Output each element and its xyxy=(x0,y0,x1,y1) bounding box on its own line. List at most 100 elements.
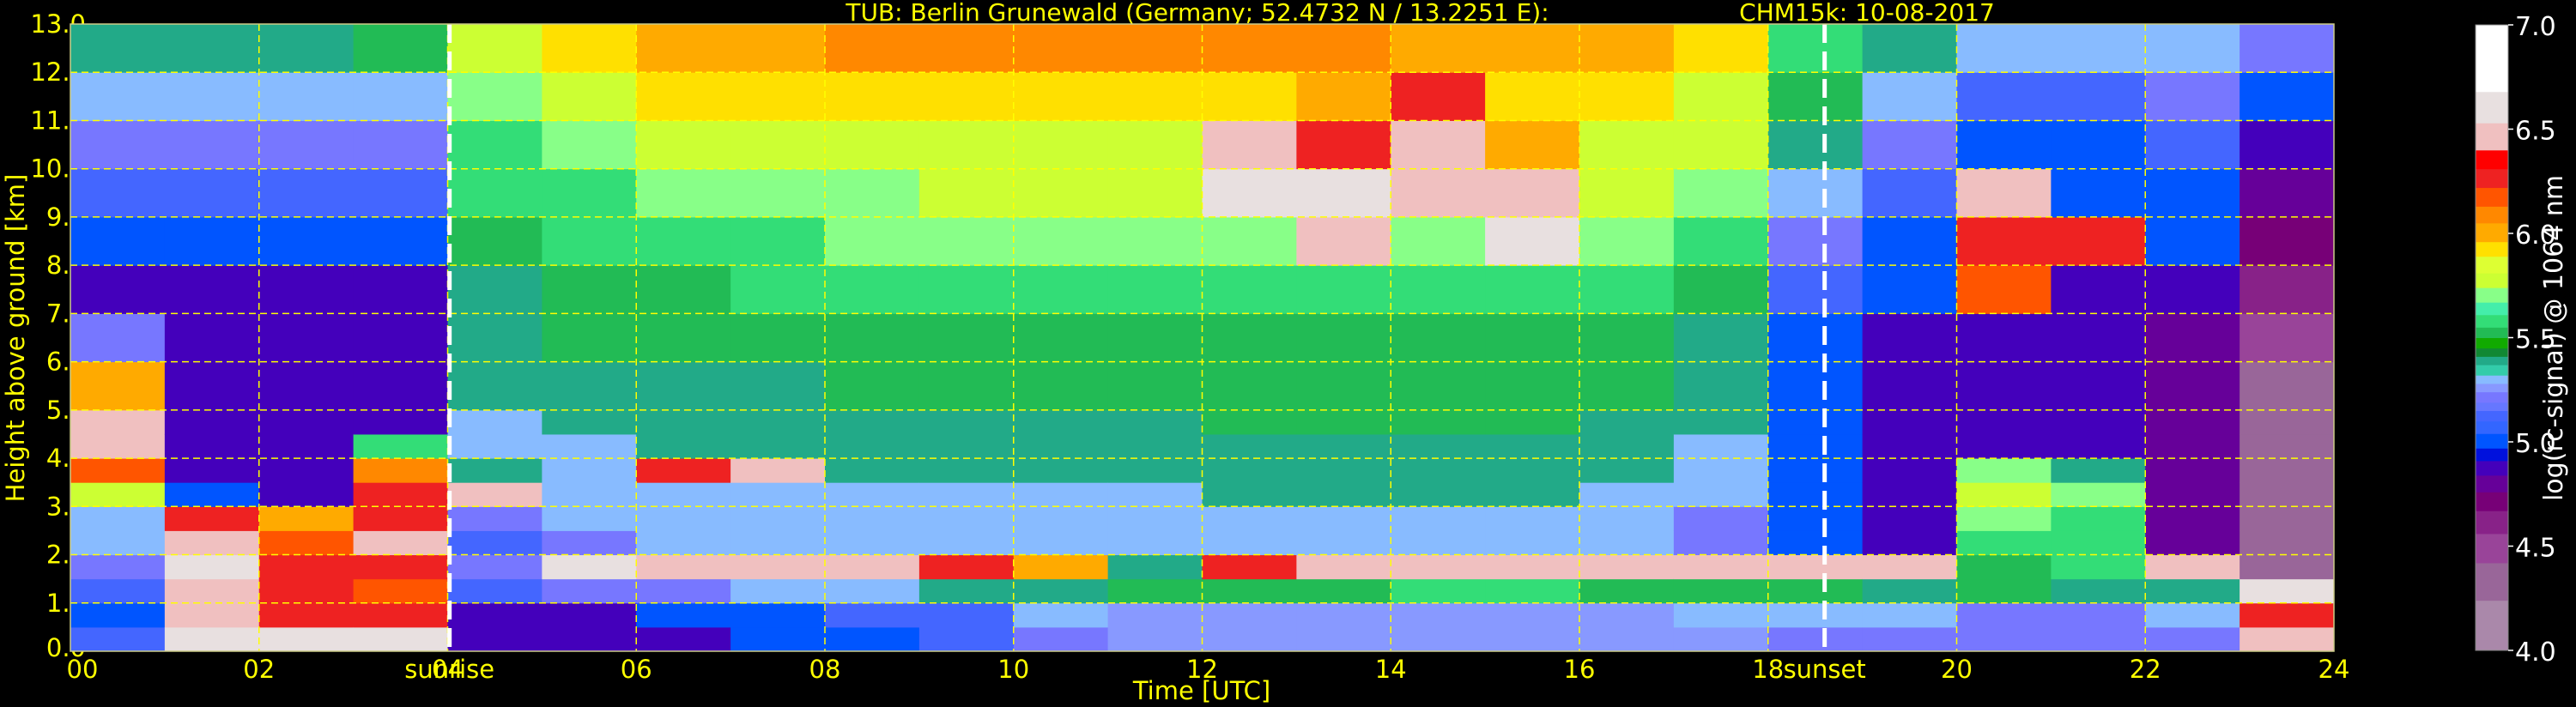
heatmap-cell xyxy=(1391,409,1486,435)
heatmap-cell xyxy=(730,120,826,170)
heatmap-cell xyxy=(258,265,355,314)
heatmap-cell xyxy=(730,602,826,628)
heatmap-cell xyxy=(918,578,1015,604)
heatmap-cell xyxy=(1767,602,1864,628)
heatmap-cell xyxy=(1107,433,1203,459)
heatmap-cell xyxy=(1862,506,1957,531)
heatmap-cell xyxy=(918,530,1015,556)
colorbar-segment xyxy=(2476,460,2508,476)
heatmap-cell xyxy=(2051,626,2146,652)
heatmap-cell xyxy=(258,554,355,580)
heatmap-cell xyxy=(825,409,920,435)
heatmap-cell xyxy=(636,506,731,531)
heatmap-cell xyxy=(1296,602,1391,628)
heatmap-cell xyxy=(353,72,448,121)
heatmap-cell xyxy=(447,409,542,435)
heatmap-cell xyxy=(1956,482,2052,507)
x-tick-label: 20 xyxy=(1941,655,1973,684)
heatmap-cell xyxy=(1391,265,1486,314)
heatmap-cell xyxy=(1296,458,1391,483)
heatmap-cell xyxy=(353,626,448,652)
heatmap-cell xyxy=(164,433,260,459)
heatmap-cell xyxy=(918,168,1015,218)
heatmap-cell xyxy=(1107,24,1203,73)
colorbar-segment xyxy=(2476,511,2508,535)
heatmap-cell xyxy=(447,168,542,218)
heatmap-cell xyxy=(2051,216,2146,266)
heatmap-cell xyxy=(918,265,1015,314)
heatmap-cell xyxy=(2051,313,2146,363)
colorbar-segment xyxy=(2476,402,2508,412)
heatmap-cell xyxy=(636,24,731,73)
heatmap-cell xyxy=(258,409,355,435)
heatmap-cell xyxy=(1673,361,1769,411)
heatmap-cell xyxy=(1956,458,2052,483)
heatmap-cell xyxy=(164,458,260,483)
heatmap-cell xyxy=(1956,265,2052,314)
heatmap-cell xyxy=(2240,265,2335,314)
heatmap-cell xyxy=(1579,482,1675,507)
heatmap-cell xyxy=(258,313,355,363)
heatmap-cell xyxy=(1202,216,1297,266)
heatmap-cell xyxy=(70,409,166,435)
heatmap-cell xyxy=(447,72,542,121)
heatmap-cell xyxy=(825,602,920,628)
heatmap-cell xyxy=(1673,120,1769,170)
heatmap-cell xyxy=(2240,458,2335,483)
heatmap-cell xyxy=(1673,506,1769,531)
heatmap-cell xyxy=(1579,265,1675,314)
heatmap-cell xyxy=(447,24,542,73)
colorbar-tick-label: 4.5 xyxy=(2515,534,2556,564)
heatmap-cell xyxy=(1202,72,1297,121)
colorbar-segment xyxy=(2476,187,2508,207)
heatmap-cell xyxy=(1485,361,1580,411)
heatmap-cell xyxy=(2240,602,2335,628)
heatmap-cell xyxy=(542,313,637,363)
heatmap-cell xyxy=(70,433,166,459)
heatmap-cell xyxy=(1013,530,1109,556)
heatmap-cell xyxy=(2240,433,2335,459)
heatmap-cell xyxy=(70,72,166,121)
colorbar-segment xyxy=(2476,410,2508,422)
heatmap-cell xyxy=(1485,554,1580,580)
heatmap-cell xyxy=(730,216,826,266)
heatmap-cell xyxy=(1673,313,1769,363)
heatmap-cell xyxy=(636,313,731,363)
heatmap-cell xyxy=(1013,482,1109,507)
x-tick-label: 10 xyxy=(997,655,1029,684)
heatmap-cell xyxy=(353,458,448,483)
heatmap-cell xyxy=(825,120,920,170)
heatmap-cell xyxy=(1673,168,1769,218)
heatmap-cell xyxy=(1107,361,1203,411)
heatmap-cell xyxy=(2051,530,2146,556)
heatmap-cell xyxy=(1107,216,1203,266)
heatmap-cell xyxy=(1202,409,1297,435)
heatmap-cell xyxy=(2145,626,2240,652)
heatmap-cell xyxy=(1013,265,1109,314)
heatmap-cell xyxy=(730,72,826,121)
heatmap-cell xyxy=(542,482,637,507)
heatmap-cell xyxy=(1956,530,2052,556)
heatmap-cell xyxy=(1579,120,1675,170)
heatmap-cell xyxy=(825,24,920,73)
heatmap-cell xyxy=(164,216,260,266)
x-tick-label: 02 xyxy=(243,655,275,684)
heatmap-cell xyxy=(918,120,1015,170)
x-tick-label: 16 xyxy=(1564,655,1596,684)
heatmap-cell xyxy=(1391,168,1486,218)
heatmap-cell xyxy=(1485,458,1580,483)
heatmap-cell xyxy=(1013,626,1109,652)
heatmap-cell xyxy=(1296,482,1391,507)
x-tick-label: 14 xyxy=(1375,655,1407,684)
heatmap-cell xyxy=(2051,265,2146,314)
heatmap-cell xyxy=(1767,482,1864,507)
heatmap-cell xyxy=(1862,578,1957,604)
heatmap-cell xyxy=(1013,578,1109,604)
heatmap-cell xyxy=(1391,530,1486,556)
heatmap-cell xyxy=(1673,482,1769,507)
heatmap-cell xyxy=(70,554,166,580)
heatmap-cell xyxy=(447,554,542,580)
heatmap-cell xyxy=(70,216,166,266)
heatmap-cell xyxy=(1107,168,1203,218)
heatmap-cell xyxy=(353,361,448,411)
